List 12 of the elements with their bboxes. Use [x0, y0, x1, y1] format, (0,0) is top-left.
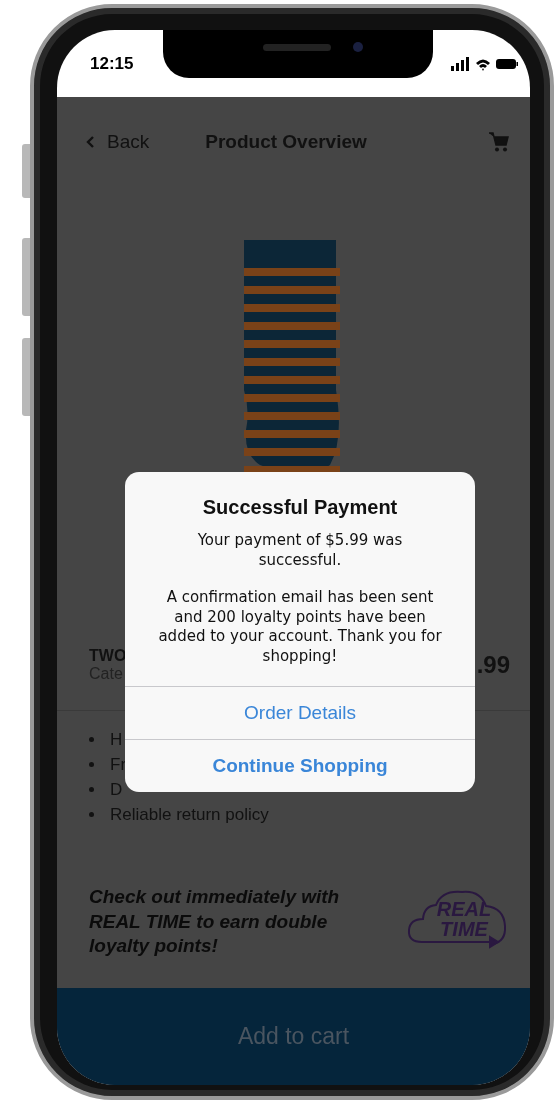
- battery-icon: [496, 58, 518, 69]
- chevron-left-icon: [85, 135, 95, 149]
- dialog-action-button[interactable]: Order Details: [125, 686, 475, 739]
- dialog-message: Your payment of $5.99 was successful.: [196, 531, 404, 570]
- cart-icon[interactable]: [488, 131, 510, 153]
- promo-text: Check out immediately with REAL TIME to earn double loyalty points!: [89, 885, 341, 959]
- status-time: 12:15: [90, 53, 134, 74]
- signal-icon: [451, 56, 469, 71]
- add-to-cart-button[interactable]: Add to cart: [57, 988, 530, 1085]
- dialog-message: A confirmation email has been sent and 200 loyalty points have been added to your account. Thank you for shopping!: [157, 588, 443, 666]
- dialog-title: Successful Payment: [201, 496, 399, 519]
- dialog-action-button[interactable]: Continue Shopping: [125, 739, 475, 792]
